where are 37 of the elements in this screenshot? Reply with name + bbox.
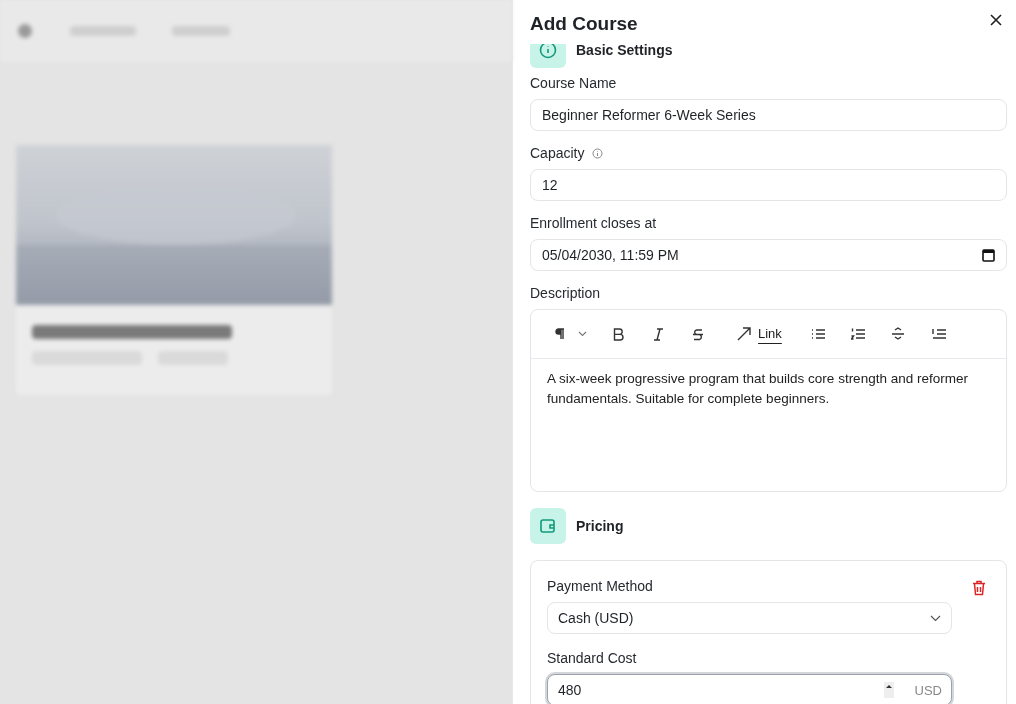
field-label: Capacity <box>530 143 585 163</box>
wallet-icon <box>530 508 566 544</box>
collapse-icon[interactable] <box>890 327 905 341</box>
input-field[interactable]: Beginner Reformer 6-Week Series <box>530 99 1007 131</box>
link-button[interactable]: Link <box>758 324 782 344</box>
input-field[interactable]: 05/04/2030, 11:59 PM <box>530 239 1007 271</box>
payment-select[interactable]: Cash (USD) <box>547 602 952 634</box>
close-button[interactable] <box>988 12 1004 28</box>
delete-button[interactable] <box>972 580 986 596</box>
calendar-icon[interactable] <box>982 248 995 262</box>
drawer-title: Add Course <box>530 12 638 36</box>
arrow-icon[interactable] <box>737 327 751 341</box>
field-label: Description <box>530 283 601 303</box>
italic-icon[interactable] <box>653 327 664 341</box>
paragraph-icon[interactable] <box>555 328 565 340</box>
section-title: Basic Settings <box>576 44 673 60</box>
numbered-list-icon[interactable] <box>850 328 865 340</box>
course-card[interactable] <box>16 145 332 395</box>
field-label: Course Name <box>530 73 617 93</box>
currency-label: USD <box>914 682 942 700</box>
indent-icon[interactable] <box>931 328 946 340</box>
section-title: Pricing <box>576 516 624 536</box>
spinner-icon[interactable] <box>884 682 894 698</box>
rich-text-editor[interactable]: Link A six-week progressive program that builds core strength and reformer fundamentals. Suitable for complete beginners. <box>530 309 1007 492</box>
field-label: Enrollment closes at <box>530 213 657 233</box>
input-field[interactable]: 12 <box>530 169 1007 201</box>
breadcrumb-bar <box>172 26 230 36</box>
chevron-down-icon <box>930 614 941 622</box>
info-icon <box>592 147 604 159</box>
description-text: A six-week progressive program that builds core strength and reformer fundamentals. Suitable for complete beginners. <box>546 370 969 408</box>
field-label: Standard Cost <box>547 648 637 668</box>
field-label: Payment Method <box>547 576 653 596</box>
bold-icon[interactable] <box>613 327 624 341</box>
breadcrumb-bar <box>70 26 136 36</box>
strikethrough-icon[interactable] <box>692 327 704 341</box>
chevron-down-icon[interactable] <box>578 331 587 337</box>
bullet-list-icon[interactable] <box>810 328 825 340</box>
